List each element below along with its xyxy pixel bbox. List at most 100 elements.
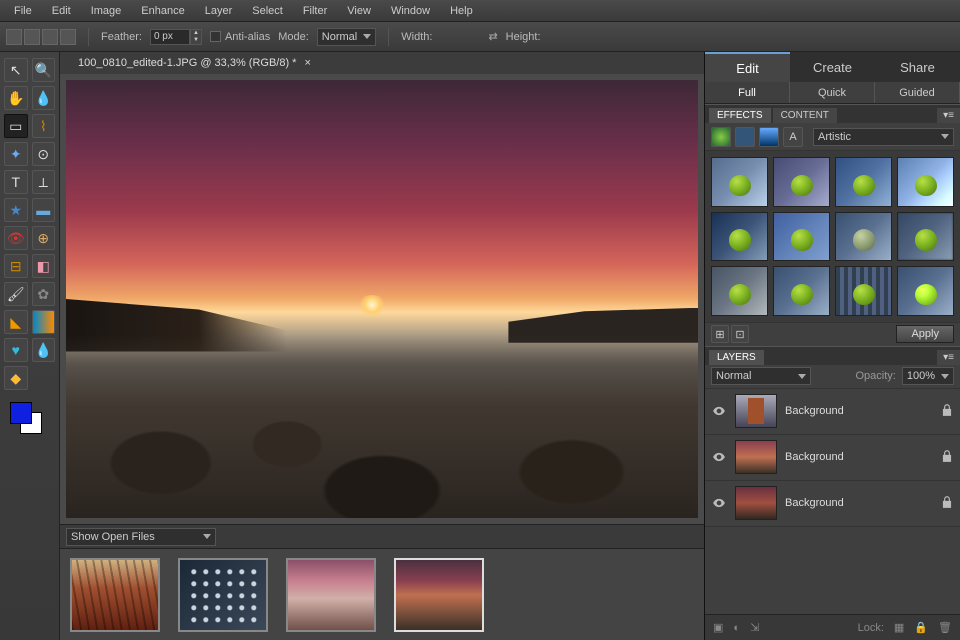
- menu-image[interactable]: Image: [81, 2, 132, 20]
- lock-icon[interactable]: [940, 495, 954, 512]
- redeye-tool-icon[interactable]: 👁: [4, 226, 28, 250]
- filter-category-icon[interactable]: [711, 127, 731, 147]
- fx-footer-icon[interactable]: ⊞: [711, 325, 729, 343]
- menu-window[interactable]: Window: [381, 2, 440, 20]
- close-tab-icon[interactable]: ×: [304, 57, 310, 69]
- visibility-icon[interactable]: [711, 495, 727, 511]
- blend-mode-dropdown[interactable]: Normal: [711, 367, 811, 385]
- effect-thumb[interactable]: [773, 266, 830, 316]
- crop-tool-icon[interactable]: ⟂: [32, 170, 56, 194]
- thumbnail[interactable]: [394, 558, 484, 632]
- thumbnail[interactable]: [70, 558, 160, 632]
- layer-name[interactable]: Background: [785, 405, 932, 417]
- thumbnail[interactable]: [286, 558, 376, 632]
- feather-field[interactable]: [150, 29, 190, 45]
- effect-thumb[interactable]: [711, 157, 768, 207]
- effect-thumb[interactable]: [835, 266, 892, 316]
- effect-thumb[interactable]: [773, 212, 830, 262]
- type-tool-icon[interactable]: T: [4, 170, 28, 194]
- layer-name[interactable]: Background: [785, 451, 932, 463]
- select-intersect-icon[interactable]: [60, 29, 76, 45]
- panel-menu-icon[interactable]: ▾≡: [937, 350, 960, 365]
- opacity-input[interactable]: 100%: [902, 367, 954, 385]
- smart-brush-tool-icon[interactable]: ✿: [32, 282, 56, 306]
- marquee-tool-icon[interactable]: ▭: [4, 114, 28, 138]
- tab-edit[interactable]: Edit: [705, 52, 790, 82]
- document-tab[interactable]: 100_0810_edited-1.JPG @ 33,3% (RGB/8) * …: [70, 55, 319, 71]
- delete-layer-icon[interactable]: 🗑: [938, 621, 952, 634]
- effect-thumb[interactable]: [897, 212, 954, 262]
- zoom-tool-icon[interactable]: 🔍: [32, 58, 56, 82]
- selection-brush-tool-icon[interactable]: ⊙: [32, 142, 56, 166]
- menu-filter[interactable]: Filter: [293, 2, 337, 20]
- antialias-checkbox[interactable]: [210, 31, 221, 42]
- menu-view[interactable]: View: [337, 2, 381, 20]
- menu-select[interactable]: Select: [242, 2, 293, 20]
- swap-icon[interactable]: ⇄: [488, 30, 497, 43]
- select-add-icon[interactable]: [24, 29, 40, 45]
- select-subtract-icon[interactable]: [42, 29, 58, 45]
- fx-footer-icon[interactable]: ⊡: [731, 325, 749, 343]
- feather-input[interactable]: ▲▼: [150, 29, 202, 45]
- lock-icon[interactable]: [940, 449, 954, 466]
- lock-icon[interactable]: [940, 403, 954, 420]
- subtab-quick[interactable]: Quick: [790, 82, 875, 103]
- effect-thumb[interactable]: [897, 266, 954, 316]
- lasso-tool-icon[interactable]: ⌇: [32, 114, 56, 138]
- all-category-icon[interactable]: A: [783, 127, 803, 147]
- hand-tool-icon[interactable]: ✋: [4, 86, 28, 110]
- sponge-tool-icon[interactable]: ◆: [4, 366, 28, 390]
- clone-stamp-tool-icon[interactable]: ⊟: [4, 254, 28, 278]
- layer-row[interactable]: Background: [705, 481, 960, 527]
- open-files-dropdown[interactable]: Show Open Files: [66, 528, 216, 546]
- apply-button[interactable]: Apply: [896, 325, 954, 343]
- shape-tool-icon[interactable]: ♥: [4, 338, 28, 362]
- visibility-icon[interactable]: [711, 403, 727, 419]
- effect-thumb[interactable]: [711, 212, 768, 262]
- effect-category-dropdown[interactable]: Artistic: [813, 128, 954, 146]
- subtab-full[interactable]: Full: [705, 82, 790, 103]
- effect-thumb[interactable]: [773, 157, 830, 207]
- layer-thumbnail[interactable]: [735, 486, 777, 520]
- photo-effect-category-icon[interactable]: [759, 127, 779, 147]
- eraser-tool-icon[interactable]: ◧: [32, 254, 56, 278]
- tab-effects[interactable]: EFFECTS: [709, 108, 771, 123]
- subtab-guided[interactable]: Guided: [875, 82, 960, 103]
- new-layer-icon[interactable]: ▣: [713, 621, 723, 634]
- layer-thumbnail[interactable]: [735, 440, 777, 474]
- paint-bucket-tool-icon[interactable]: ◣: [4, 310, 28, 334]
- layer-row[interactable]: Background: [705, 389, 960, 435]
- layer-row[interactable]: Background: [705, 435, 960, 481]
- eyedropper-tool-icon[interactable]: 💧: [32, 86, 56, 110]
- menu-layer[interactable]: Layer: [195, 2, 243, 20]
- tab-share[interactable]: Share: [875, 52, 960, 82]
- effect-thumb[interactable]: [835, 212, 892, 262]
- layer-name[interactable]: Background: [785, 497, 932, 509]
- move-tool-icon[interactable]: ↖: [4, 58, 28, 82]
- foreground-swatch[interactable]: [10, 402, 32, 424]
- layer-style-category-icon[interactable]: [735, 127, 755, 147]
- tab-create[interactable]: Create: [790, 52, 875, 82]
- layer-thumbnail[interactable]: [735, 394, 777, 428]
- gradient-tool-icon[interactable]: [32, 310, 56, 334]
- blur-tool-icon[interactable]: 💧: [32, 338, 56, 362]
- lock-all-icon[interactable]: 🔒: [914, 621, 928, 634]
- visibility-icon[interactable]: [711, 449, 727, 465]
- brush-tool-icon[interactable]: 🖌: [4, 282, 28, 306]
- cookie-cutter-tool-icon[interactable]: ★: [4, 198, 28, 222]
- mode-dropdown[interactable]: Normal: [317, 28, 376, 46]
- menu-enhance[interactable]: Enhance: [131, 2, 194, 20]
- menu-help[interactable]: Help: [440, 2, 483, 20]
- link-layers-icon[interactable]: ⇲: [750, 621, 759, 634]
- straighten-tool-icon[interactable]: ▬: [32, 198, 56, 222]
- adjustment-layer-icon[interactable]: ◐: [733, 622, 740, 634]
- thumbnail[interactable]: [178, 558, 268, 632]
- menu-edit[interactable]: Edit: [42, 2, 81, 20]
- lock-transparency-icon[interactable]: ▦: [894, 621, 904, 634]
- effect-thumb[interactable]: [711, 266, 768, 316]
- effect-thumb[interactable]: [835, 157, 892, 207]
- tab-content[interactable]: CONTENT: [773, 108, 837, 123]
- healing-brush-tool-icon[interactable]: ⊕: [32, 226, 56, 250]
- tab-layers[interactable]: LAYERS: [709, 350, 764, 365]
- select-new-icon[interactable]: [6, 29, 22, 45]
